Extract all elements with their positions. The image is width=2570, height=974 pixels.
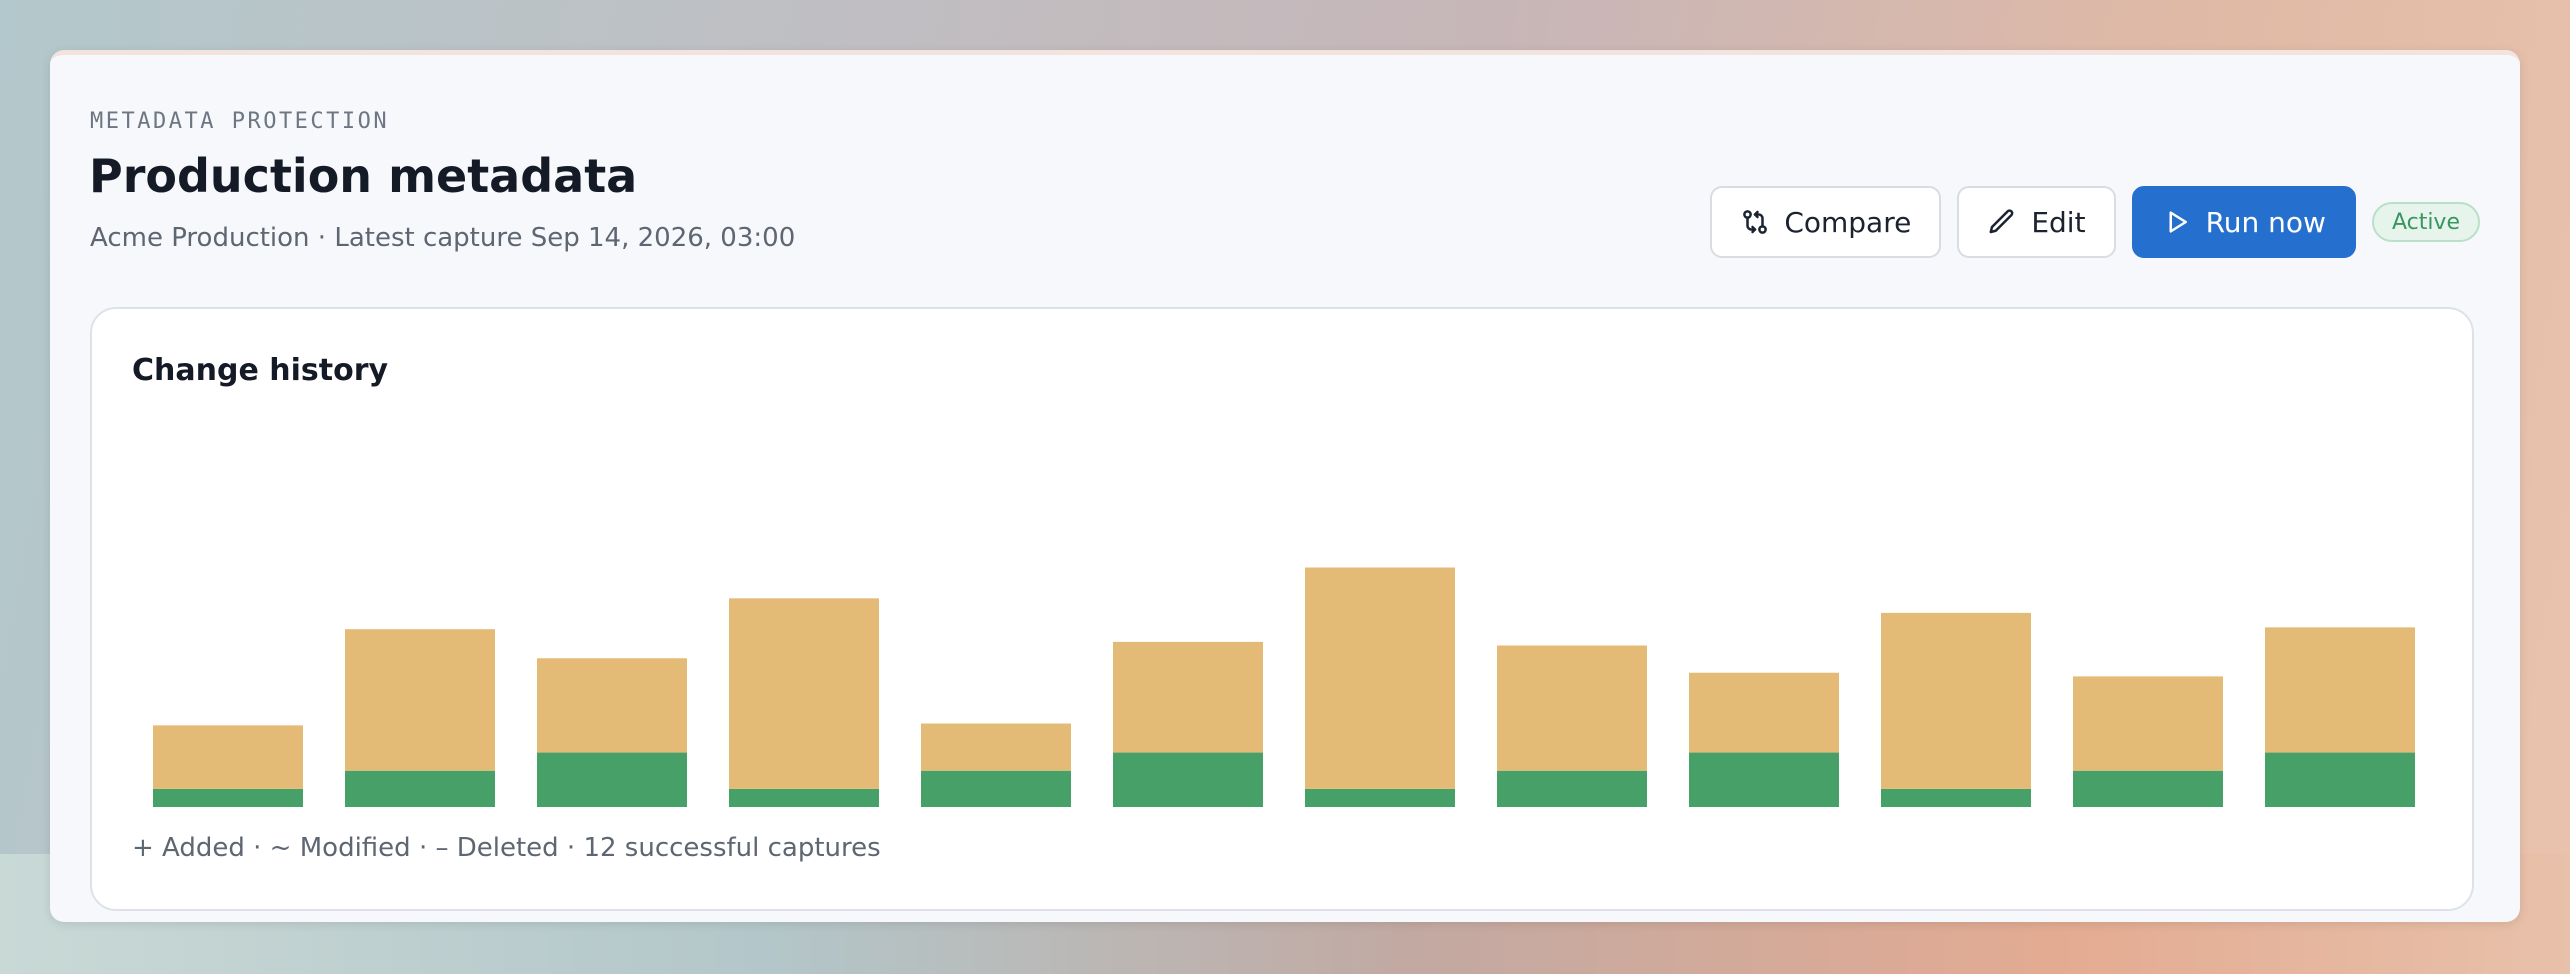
- play-icon: [2162, 207, 2192, 237]
- bar-modified-sep-3: [153, 725, 303, 789]
- bar-modified-sep-6: [729, 598, 879, 789]
- change-history-chart: Sep 3Sep 4Sep 5Sep 6Sep 7Sep 8Sep 9Sep 1…: [153, 567, 2415, 807]
- compare-button[interactable]: Compare: [1710, 186, 1942, 258]
- bar-added-sep-11: [1689, 752, 1839, 807]
- bar-added-sep-8: [1113, 752, 1263, 807]
- compare-button-label: Compare: [1784, 205, 1912, 239]
- bar-added-sep-10: [1497, 770, 1647, 807]
- change-history-card: Change history Sep 3Sep 4Sep 5Sep 6Sep 7…: [90, 307, 2474, 911]
- page-title: Production metadata: [89, 149, 638, 203]
- bar-modified-sep-11: [1689, 672, 1839, 753]
- run-now-button[interactable]: Run now: [2131, 186, 2356, 258]
- bar-modified-sep-14: [2265, 627, 2415, 753]
- main-panel: METADATA PROTECTION Production metadata …: [50, 50, 2520, 922]
- header-actions: Compare Edit Run now Active: [1710, 186, 2480, 258]
- bar-added-sep-6: [729, 788, 879, 807]
- bar-added-sep-9: [1305, 788, 1455, 807]
- compare-icon: [1740, 207, 1770, 237]
- bar-modified-sep-8: [1113, 641, 1263, 753]
- pencil-icon: [1987, 207, 2017, 237]
- bar-modified-sep-5: [537, 658, 687, 753]
- bar-added-sep-12: [1881, 788, 2031, 807]
- bar-added-sep-3: [153, 788, 303, 807]
- chart-legend: + Added · ~ Modified · – Deleted · 12 su…: [132, 833, 881, 863]
- bar-modified-sep-7: [921, 723, 1071, 771]
- bar-added-sep-5: [537, 752, 687, 807]
- bar-modified-sep-9: [1305, 567, 1455, 789]
- status-badge: Active: [2371, 202, 2480, 242]
- edit-button-label: Edit: [2031, 205, 2086, 239]
- bar-added-sep-13: [2073, 770, 2223, 807]
- edit-button[interactable]: Edit: [1957, 186, 2116, 258]
- section-eyebrow: METADATA PROTECTION: [90, 109, 390, 134]
- bar-modified-sep-12: [1881, 612, 2031, 789]
- bar-added-sep-14: [2265, 752, 2415, 807]
- bar-modified-sep-4: [345, 629, 495, 771]
- page-subtitle: Acme Production · Latest capture Sep 14,…: [90, 223, 796, 253]
- bar-modified-sep-13: [2073, 676, 2223, 771]
- bar-added-sep-4: [345, 770, 495, 807]
- bar-added-sep-7: [921, 770, 1071, 807]
- bar-modified-sep-10: [1497, 645, 1647, 771]
- run-now-button-label: Run now: [2205, 205, 2326, 239]
